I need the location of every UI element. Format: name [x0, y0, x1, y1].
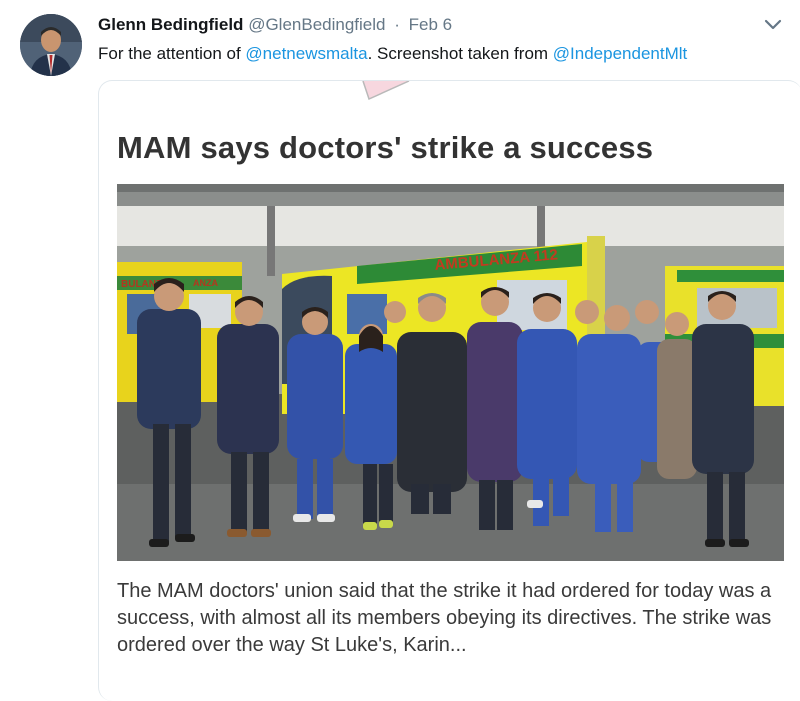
- ambulance-label-left2: ANZA: [193, 278, 218, 288]
- chevron-down-icon[interactable]: [763, 14, 783, 34]
- tweet-text: For the attention of @netnewsmalta. Scre…: [98, 43, 687, 65]
- mention-link[interactable]: @netnewsmalta: [245, 44, 367, 63]
- avatar[interactable]: [20, 14, 82, 76]
- header-separator: ·: [394, 15, 400, 34]
- tweet-text-part: For the attention of: [98, 44, 246, 63]
- tweet-text-part: . Screenshot taken from: [367, 44, 553, 63]
- author-handle[interactable]: @GlenBedingfield: [248, 15, 385, 34]
- news-photo: BULANZA ANZA AMBULANZA 112: [117, 184, 784, 561]
- card-description: The MAM doctors' union said that the str…: [117, 580, 772, 656]
- tweet-date[interactable]: Feb 6: [409, 15, 452, 34]
- mention-link[interactable]: @IndependentMlt: [553, 44, 687, 63]
- card-headline: MAM says doctors' strike a success: [117, 130, 654, 165]
- cropped-graphic-icon: [362, 81, 410, 101]
- author-name[interactable]: Glenn Bedingfield: [98, 15, 243, 34]
- tweet-header: Glenn Bedingfield @GlenBedingfield · Feb…: [98, 14, 452, 36]
- media-card[interactable]: MAM says doctors' strike a success BULAN…: [98, 80, 800, 701]
